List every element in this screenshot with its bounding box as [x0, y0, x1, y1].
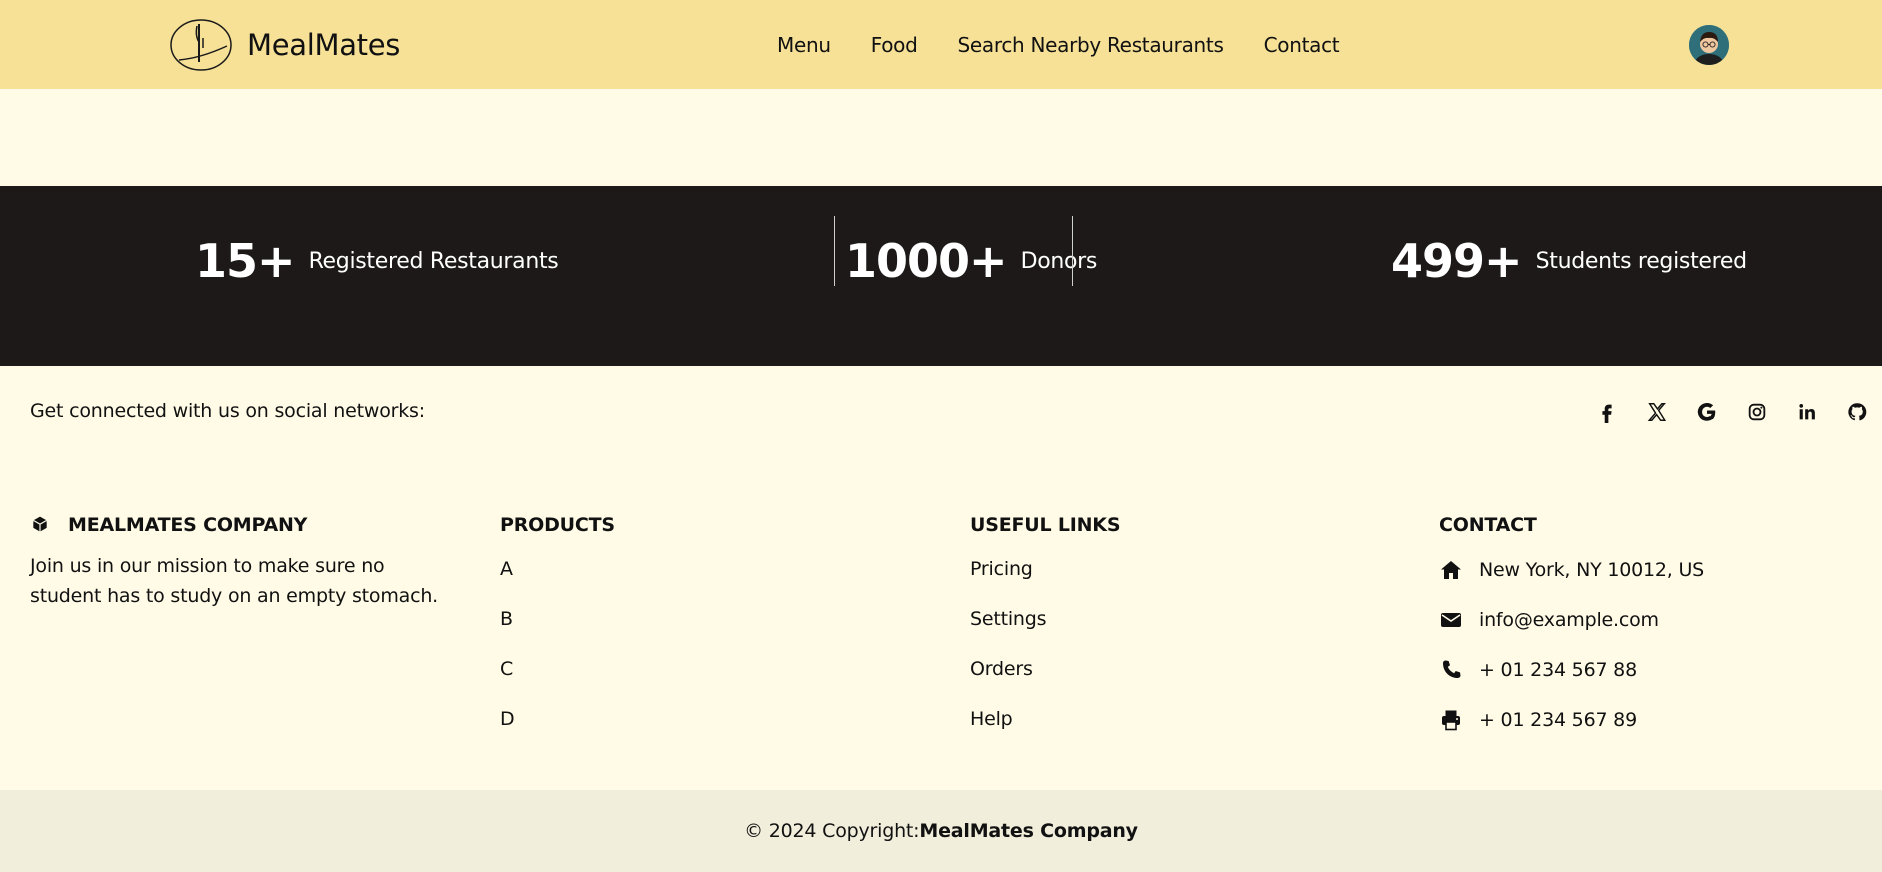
- footer-useful-links-title: USEFUL LINKS: [970, 514, 1121, 536]
- social-bar: Get connected with us on social networks…: [0, 366, 1882, 458]
- brand-name: MealMates: [247, 28, 401, 62]
- stat-restaurants: 15+ Registered Restaurants: [195, 226, 559, 296]
- contact-email: info@example.com: [1439, 595, 1879, 645]
- avatar-icon: [1689, 25, 1729, 65]
- facebook-icon[interactable]: [1596, 401, 1618, 423]
- user-avatar[interactable]: [1689, 25, 1729, 65]
- footer-contact-title: CONTACT: [1439, 514, 1537, 536]
- main-nav: Menu Food Search Nearby Restaurants Cont…: [777, 0, 1379, 89]
- stat-students: 499+ Students registered: [1391, 226, 1747, 296]
- x-icon[interactable]: [1646, 401, 1668, 423]
- stat-label: Students registered: [1535, 248, 1748, 274]
- navbar: MealMates Menu Food Search Nearby Restau…: [0, 0, 1882, 89]
- footer-col-products: PRODUCTS A B C D: [500, 505, 940, 744]
- footer-useful-link[interactable]: Help: [970, 694, 1410, 744]
- envelope-icon: [1441, 613, 1461, 627]
- social-text: Get connected with us on social networks…: [30, 400, 425, 422]
- contact-address-text: New York, NY 10012, US: [1479, 559, 1705, 581]
- stat-label: Registered Restaurants: [308, 248, 559, 274]
- footer-col-useful-links: USEFUL LINKS Pricing Settings Orders Hel…: [970, 505, 1410, 744]
- stat-number: 15+: [195, 234, 296, 288]
- contact-email-text: info@example.com: [1479, 609, 1659, 631]
- google-icon[interactable]: [1696, 401, 1718, 423]
- footer-products-title: PRODUCTS: [500, 514, 615, 536]
- contact-fax: + 01 234 567 89: [1439, 695, 1879, 745]
- stat-divider: [834, 216, 835, 286]
- linkedin-icon[interactable]: [1796, 401, 1818, 423]
- footer-col-company: MEALMATES COMPANY Join us in our mission…: [30, 505, 470, 611]
- nav-link-food[interactable]: Food: [871, 33, 918, 57]
- github-icon[interactable]: [1846, 401, 1868, 423]
- copyright-company-link[interactable]: MealMates Company: [919, 820, 1138, 842]
- stat-label: Donors: [1020, 248, 1098, 274]
- phone-icon: [1443, 660, 1461, 678]
- footer-useful-link[interactable]: Pricing: [970, 544, 1410, 594]
- stat-divider: [1072, 216, 1073, 286]
- instagram-icon[interactable]: [1746, 401, 1768, 423]
- gem-icon: [33, 516, 47, 532]
- footer-product-link[interactable]: D: [500, 694, 940, 744]
- contact-address: New York, NY 10012, US: [1439, 545, 1879, 595]
- footer-product-link[interactable]: B: [500, 594, 940, 644]
- mealmates-logo-icon: [170, 19, 232, 71]
- contact-phone: + 01 234 567 88: [1439, 645, 1879, 695]
- contact-fax-text: + 01 234 567 89: [1479, 709, 1637, 731]
- footer-company-title-text: MEALMATES COMPANY: [68, 514, 308, 536]
- printer-icon: [1442, 710, 1460, 731]
- copyright-prefix: © 2024 Copyright:: [744, 820, 920, 842]
- home-icon: [1441, 561, 1461, 579]
- nav-link-menu[interactable]: Menu: [777, 33, 831, 57]
- hero-spacer: [0, 89, 1882, 186]
- social-icons: [1596, 400, 1882, 424]
- footer-company-title: MEALMATES COMPANY: [30, 505, 470, 545]
- footer-useful-link[interactable]: Settings: [970, 594, 1410, 644]
- stat-number: 1000+: [845, 234, 1008, 288]
- stat-number: 499+: [1391, 234, 1523, 288]
- brand[interactable]: MealMates: [169, 18, 400, 72]
- footer-useful-link[interactable]: Orders: [970, 644, 1410, 694]
- footer-col-contact: CONTACT New York, NY 10012, US info@exam…: [1439, 505, 1879, 745]
- footer-product-link[interactable]: C: [500, 644, 940, 694]
- nav-link-search-nearby-restaurants[interactable]: Search Nearby Restaurants: [957, 33, 1223, 57]
- contact-phone-text: + 01 234 567 88: [1479, 659, 1637, 681]
- footer-columns: MEALMATES COMPANY Join us in our mission…: [0, 505, 1882, 785]
- footer-company-text: Join us in our mission to make sure no s…: [30, 555, 439, 607]
- stats-band: 15+ Registered Restaurants 1000+ Donors …: [0, 186, 1882, 366]
- stat-donors: 1000+ Donors: [845, 226, 1097, 296]
- footer-product-link[interactable]: A: [500, 544, 940, 594]
- copyright-bar: © 2024 Copyright: MealMates Company: [0, 790, 1882, 872]
- nav-link-contact[interactable]: Contact: [1264, 33, 1340, 57]
